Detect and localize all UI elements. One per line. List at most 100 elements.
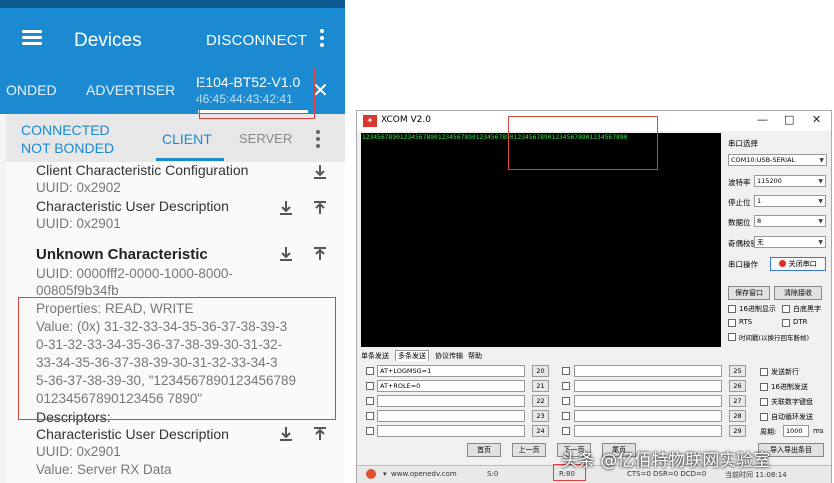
send-row-button[interactable]: 26 (729, 380, 746, 392)
tab-multi-send[interactable]: 多条发送 (395, 350, 429, 361)
rts-checkbox[interactable] (728, 319, 736, 327)
connection-bar: CONNECTED NOT BONDED CLIENT SERVER (6, 114, 345, 162)
write-descriptor-icon[interactable] (312, 200, 330, 218)
send-row-button[interactable]: 25 (729, 365, 746, 377)
disconnect-button[interactable]: DISCONNECT (206, 32, 307, 49)
send-row-input[interactable] (377, 410, 525, 422)
settings-gear-icon[interactable] (366, 469, 376, 479)
send-row-input[interactable] (377, 395, 525, 407)
tab-client[interactable]: CLIENT (162, 131, 212, 147)
timestamp-checkbox[interactable] (728, 333, 736, 341)
row-checkbox[interactable] (562, 412, 570, 420)
timestamp-label: 时间戳(以换行回车断帧) (739, 334, 810, 342)
send-row-input[interactable]: AT+LOGMSG=1 (377, 365, 525, 377)
send-row-input[interactable] (574, 410, 722, 422)
row-checkbox[interactable] (562, 382, 570, 390)
stop-bits-select[interactable]: 1 ▼ (754, 195, 826, 207)
baud-label: 波特率 (728, 178, 751, 187)
tab-protocol[interactable]: 协议传输 (435, 351, 463, 361)
row-checkbox[interactable] (366, 367, 374, 375)
connection-state: CONNECTED (21, 122, 110, 138)
clear-receive-button[interactable]: 清除接收 (774, 286, 822, 300)
send-row-button[interactable]: 20 (532, 365, 549, 377)
write-characteristic-icon[interactable] (312, 246, 330, 264)
hex-send-checkbox[interactable] (760, 383, 768, 391)
app-bar: Devices DISCONNECT (0, 8, 345, 66)
tab-server[interactable]: SERVER (239, 131, 292, 146)
tab-help[interactable]: 帮助 (468, 351, 482, 361)
period-label: 周期: (760, 428, 777, 436)
row-checkbox[interactable] (562, 367, 570, 375)
send-row-button[interactable]: 28 (729, 410, 746, 422)
sent-count: S:0 (487, 470, 499, 478)
row-checkbox[interactable] (366, 412, 374, 420)
read-characteristic-icon[interactable] (278, 246, 296, 264)
close-icon[interactable]: ✕ (812, 113, 821, 126)
row-checkbox[interactable] (562, 427, 570, 435)
maximize-icon[interactable]: □ (784, 113, 794, 126)
connection-overflow-icon[interactable] (315, 130, 321, 148)
highlight-box-mac (199, 67, 315, 119)
send-row-button[interactable]: 24 (532, 425, 549, 437)
send-row-button[interactable]: 27 (729, 395, 746, 407)
send-row-input[interactable] (574, 380, 722, 392)
minimize-icon[interactable]: — (757, 113, 768, 126)
send-row-input[interactable]: AT+ROLE=0 (377, 380, 525, 392)
send-row-button[interactable]: 21 (532, 380, 549, 392)
hex-display-checkbox[interactable] (728, 305, 736, 313)
send-row-input[interactable] (574, 395, 722, 407)
port-select[interactable]: COM10:USB-SERIAL ▼ (728, 154, 827, 166)
save-window-button[interactable]: 保存窗口 (728, 286, 770, 300)
send-newline-checkbox[interactable] (760, 368, 768, 376)
cud2-uuid: UUID: 0x2901 (36, 444, 121, 459)
parity-select[interactable]: 无 ▼ (754, 236, 826, 248)
tab-advertiser[interactable]: ADVERTISER (86, 82, 175, 98)
highlight-box-value (18, 297, 336, 420)
cccd-title: Client Characteristic Configuration (36, 162, 249, 178)
chevron-down-icon: ▼ (818, 239, 823, 246)
row-checkbox[interactable] (366, 427, 374, 435)
stop-bits-value: 1 (757, 197, 762, 205)
client-tab-indicator (156, 158, 224, 161)
close-port-button[interactable]: 关闭串口 (770, 257, 826, 271)
send-row-button[interactable]: 23 (532, 410, 549, 422)
row-checkbox[interactable] (366, 382, 374, 390)
read-descriptor-icon[interactable] (312, 164, 330, 182)
row-checkbox[interactable] (562, 397, 570, 405)
chevron-down-icon: ▼ (818, 178, 823, 185)
send-row-button[interactable]: 22 (532, 395, 549, 407)
send-row-input[interactable] (377, 425, 525, 437)
port-label: 串口选择 (728, 139, 758, 148)
white-black-checkbox[interactable] (782, 305, 790, 313)
stop-bits-label: 停止位 (728, 198, 751, 207)
cud1-title: Characteristic User Description (36, 198, 229, 214)
close-port-label: 关闭串口 (788, 260, 817, 268)
data-bits-select[interactable]: 8 ▼ (754, 215, 826, 227)
row-checkbox[interactable] (366, 397, 374, 405)
write-descriptor-icon[interactable] (312, 426, 330, 444)
baud-select[interactable]: 115200 ▼ (754, 175, 826, 187)
period-input[interactable]: 1000 (783, 425, 809, 437)
url-link[interactable]: www.openedv.com (391, 470, 457, 478)
tab-single-send[interactable]: 单条发送 (361, 351, 389, 361)
send-row-input[interactable] (574, 425, 722, 437)
read-descriptor-icon[interactable] (278, 426, 296, 444)
port-value: COM10:USB-SERIAL (731, 156, 796, 164)
send-row-input[interactable] (574, 365, 722, 377)
cccd-uuid: UUID: 0x2902 (36, 180, 121, 195)
dropdown-arrow-icon[interactable]: ▾ (383, 470, 387, 478)
read-descriptor-icon[interactable] (278, 200, 296, 218)
tab-bonded[interactable]: ONDED (6, 82, 57, 98)
port-op-label: 串口操作 (728, 260, 758, 269)
dtr-checkbox[interactable] (782, 319, 790, 327)
numpad-checkbox[interactable] (760, 398, 768, 406)
hamburger-menu-icon[interactable] (22, 30, 42, 46)
cud1-uuid: UUID: 0x2901 (36, 216, 121, 231)
send-row-button[interactable]: 29 (729, 425, 746, 437)
overflow-menu-icon[interactable] (319, 29, 325, 49)
auto-loop-checkbox[interactable] (760, 413, 768, 421)
parity-value: 无 (757, 238, 764, 246)
data-bits-label: 数据位 (728, 218, 751, 227)
prev-page-button[interactable]: 上一页 (512, 443, 546, 457)
first-page-button[interactable]: 首页 (467, 443, 501, 457)
